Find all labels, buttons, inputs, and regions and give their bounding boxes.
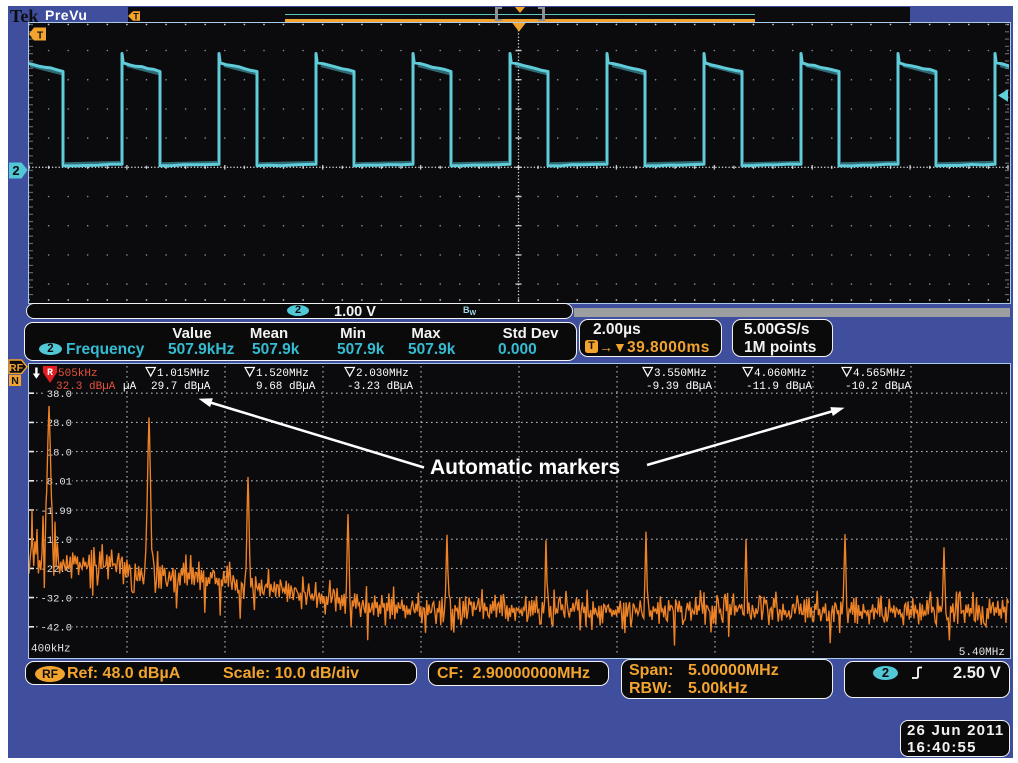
svg-text:T: T [133, 12, 139, 22]
svg-text:RF: RF [9, 362, 24, 374]
svg-text:400kHz: 400kHz [31, 644, 71, 656]
svg-text:-42.0: -42.0 [40, 623, 72, 635]
svg-text:3.550MHz: 3.550MHz [654, 368, 707, 380]
svg-text:505kHz: 505kHz [58, 368, 98, 380]
svg-text:9.68 dBµA: 9.68 dBµA [256, 381, 316, 393]
svg-text:Automatic markers: Automatic markers [430, 456, 620, 479]
svg-text:29.7 dBµA: 29.7 dBµA [151, 381, 211, 393]
svg-text:5.40MHz: 5.40MHz [959, 647, 1005, 657]
svg-text:32.3 dBµA: 32.3 dBµA [56, 381, 116, 393]
svg-text:2.030MHz: 2.030MHz [356, 368, 409, 380]
svg-text:µA: µA [123, 381, 137, 393]
svg-text:2: 2 [12, 163, 19, 178]
svg-text:1.520MHz: 1.520MHz [256, 368, 309, 380]
svg-text:R: R [47, 368, 53, 379]
svg-text:1.015MHz: 1.015MHz [157, 368, 210, 380]
svg-text:N: N [11, 375, 19, 387]
svg-text:4.060MHz: 4.060MHz [754, 368, 807, 380]
svg-text:-10.2 dBµA: -10.2 dBµA [845, 381, 911, 393]
svg-text:-11.9 dBµA: -11.9 dBµA [746, 381, 812, 393]
svg-text:T: T [37, 31, 43, 42]
svg-text:-3.23 dBµA: -3.23 dBµA [347, 381, 413, 393]
svg-text:4.565MHz: 4.565MHz [853, 368, 906, 380]
svg-text:-9.39 dBµA: -9.39 dBµA [646, 381, 712, 393]
svg-text:28.0: 28.0 [47, 418, 72, 430]
svg-text:-32.0: -32.0 [40, 593, 72, 605]
